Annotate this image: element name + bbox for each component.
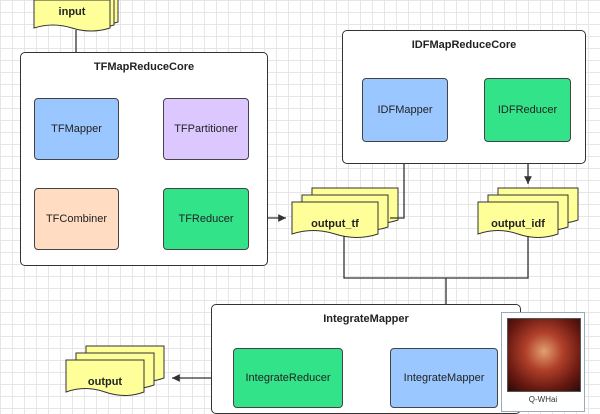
idf-mapreduce-core-title: IDFMapReduceCore [411, 39, 517, 51]
input-label: input [58, 6, 86, 18]
tf-reducer-node[interactable]: TFReducer [163, 188, 249, 250]
integrate-reducer-node[interactable]: IntegrateReducer [233, 348, 343, 408]
tf-partitioner-node[interactable]: TFPartitioner [163, 98, 249, 160]
idf-mapper-node[interactable]: IDFMapper [362, 78, 448, 142]
watermark-avatar: Q-WHai [501, 312, 585, 412]
output-tf-label: output_tf [311, 218, 359, 230]
integrate-mapper-title: IntegrateMapper [323, 313, 409, 325]
output-document [65, 345, 165, 396]
tf-mapreduce-core-title: TFMapReduceCore [93, 61, 195, 73]
tf-combiner-node[interactable]: TFCombiner [34, 188, 119, 250]
avatar-image [507, 318, 581, 392]
output-idf-document [477, 187, 579, 238]
output-tf-document [291, 187, 399, 238]
output-idf-label: output_idf [491, 218, 545, 230]
tf-mapper-node[interactable]: TFMapper [34, 98, 119, 160]
integrate-mapper-node[interactable]: IntegrateMapper [390, 348, 498, 408]
idf-reducer-node[interactable]: IDFReducer [484, 78, 571, 142]
output-label: output [87, 376, 123, 388]
